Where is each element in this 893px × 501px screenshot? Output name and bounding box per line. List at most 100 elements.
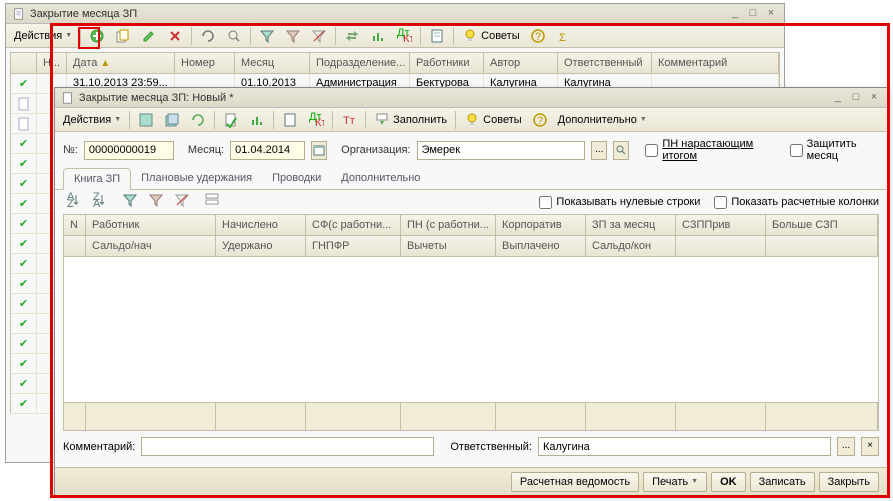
col-zp[interactable]: ЗП за месяц — [586, 215, 676, 236]
num-field[interactable] — [84, 141, 174, 160]
org-label: Организация: — [341, 144, 410, 156]
edit-button[interactable] — [137, 26, 161, 46]
month-label: Месяц: — [188, 144, 224, 156]
protect-month-checkbox[interactable] — [790, 144, 803, 157]
swap-button[interactable] — [340, 26, 364, 46]
table-body[interactable] — [64, 257, 878, 402]
refresh-icon-button[interactable] — [186, 110, 210, 130]
close-button[interactable]: × — [764, 7, 778, 21]
chart-button[interactable] — [366, 26, 390, 46]
responsible-label: Ответственный: — [450, 441, 532, 453]
col-withheld[interactable]: Удержано — [216, 236, 306, 257]
delete-button[interactable] — [163, 26, 187, 46]
show-zero-checkbox[interactable] — [539, 196, 552, 209]
filter2-button[interactable] — [281, 26, 305, 46]
sort-asc-button[interactable]: AZ — [63, 192, 85, 212]
save-icon-button[interactable] — [134, 110, 158, 130]
col-date[interactable]: Дата ▲ — [67, 53, 175, 73]
save-copy-button[interactable] — [160, 110, 184, 130]
num-label: №: — [63, 144, 78, 156]
save-button[interactable]: Записать — [750, 472, 815, 492]
calc-sheet-button[interactable]: Расчетная ведомость — [511, 472, 639, 492]
ok-button[interactable]: OK — [711, 472, 746, 492]
text-button[interactable]: Тт — [337, 110, 361, 130]
org-select-button[interactable]: ... — [591, 141, 607, 160]
dtkl-button[interactable]: ДтКт — [392, 26, 416, 46]
col-month[interactable]: Месяц — [235, 53, 310, 73]
col-accrued[interactable]: Начислено — [216, 215, 306, 236]
col-szpp[interactable]: СЗППрив — [676, 215, 766, 236]
col-worker[interactable]: Работник — [86, 215, 216, 236]
dtkl-button[interactable]: ДтКт — [304, 110, 328, 130]
actions-menu[interactable]: Действия ▼ — [59, 110, 125, 130]
sum-button[interactable]: Σ — [552, 26, 576, 46]
org-field[interactable] — [417, 141, 586, 160]
tab-plan[interactable]: Плановые удержания — [131, 168, 262, 189]
org-open-button[interactable] — [613, 141, 629, 160]
col-num[interactable]: Н... — [37, 53, 67, 73]
col-pn[interactable]: ПН (с работни... — [401, 215, 496, 236]
filter-button[interactable] — [119, 192, 141, 212]
filter2-button[interactable] — [145, 192, 167, 212]
col-n[interactable]: N — [64, 215, 86, 236]
col-number[interactable]: Номер — [175, 53, 235, 73]
close-button[interactable]: Закрыть — [819, 472, 879, 492]
tips-button[interactable]: Советы — [458, 26, 523, 46]
month-field[interactable] — [230, 141, 305, 160]
post-button[interactable] — [219, 110, 243, 130]
filter-off-button[interactable] — [171, 192, 193, 212]
help-button[interactable]: ? — [526, 26, 550, 46]
bottom-row: Комментарий: Ответственный: ...× — [55, 431, 887, 462]
posted-icon: ✔ — [19, 377, 28, 390]
col-paid[interactable]: Выплачено — [496, 236, 586, 257]
col-responsible[interactable]: Ответственный — [558, 53, 652, 73]
help-button[interactable]: ? — [528, 110, 552, 130]
report-button[interactable] — [278, 110, 302, 130]
pn-cumulative-checkbox[interactable] — [645, 144, 658, 157]
report-button[interactable] — [425, 26, 449, 46]
col-sf[interactable]: СФ(с работни... — [306, 215, 401, 236]
show-calc-checkbox[interactable] — [714, 196, 727, 209]
more-menu[interactable]: Дополнительно ▼ — [554, 110, 651, 130]
col-corp[interactable]: Корпоратив — [496, 215, 586, 236]
chart-button[interactable] — [245, 110, 269, 130]
sort-desc-button[interactable]: ZA — [89, 192, 111, 212]
col-division[interactable]: Подразделение... — [310, 53, 410, 73]
col-author[interactable]: Автор — [484, 53, 558, 73]
config-button[interactable] — [201, 192, 223, 212]
col-saldo-end[interactable]: Сальдо/кон — [586, 236, 676, 257]
maximize-button[interactable]: □ — [849, 91, 863, 105]
minimize-button[interactable]: _ — [728, 7, 742, 21]
col-comment[interactable]: Комментарий — [652, 53, 779, 73]
comment-field[interactable] — [141, 437, 434, 456]
responsible-clear-button[interactable]: × — [861, 437, 879, 456]
posted-icon: ✔ — [19, 357, 28, 370]
pn-cumulative-label: ПН нарастающим итогом — [662, 138, 773, 162]
tips-button[interactable]: Советы — [460, 110, 525, 130]
col-workers[interactable]: Работники — [410, 53, 484, 73]
posted-icon: ✔ — [19, 337, 28, 350]
add-button[interactable] — [85, 26, 109, 46]
print-button[interactable]: Печать ▼ — [643, 472, 707, 492]
fill-button[interactable]: Заполнить — [370, 110, 451, 130]
col-gnpfr[interactable]: ГНПФР — [306, 236, 401, 257]
col-icon[interactable] — [11, 53, 37, 73]
tab-postings[interactable]: Проводки — [262, 168, 331, 189]
refresh-button[interactable] — [196, 26, 220, 46]
col-deductions[interactable]: Вычеты — [401, 236, 496, 257]
tab-book[interactable]: Книга ЗП — [63, 168, 131, 190]
col-saldo-start[interactable]: Сальдо/нач — [86, 236, 216, 257]
copy-button[interactable] — [111, 26, 135, 46]
filter1-button[interactable] — [255, 26, 279, 46]
col-more[interactable]: Больше СЗП — [766, 215, 878, 236]
tab-extra[interactable]: Дополнительно — [331, 168, 430, 189]
maximize-button[interactable]: □ — [746, 7, 760, 21]
actions-menu[interactable]: Действия ▼ — [10, 26, 76, 46]
responsible-field[interactable] — [538, 437, 831, 456]
filter-off-button[interactable] — [307, 26, 331, 46]
calendar-button[interactable] — [311, 141, 327, 160]
find-button[interactable] — [222, 26, 246, 46]
responsible-select-button[interactable]: ... — [837, 437, 855, 456]
close-button[interactable]: × — [867, 91, 881, 105]
minimize-button[interactable]: _ — [831, 91, 845, 105]
